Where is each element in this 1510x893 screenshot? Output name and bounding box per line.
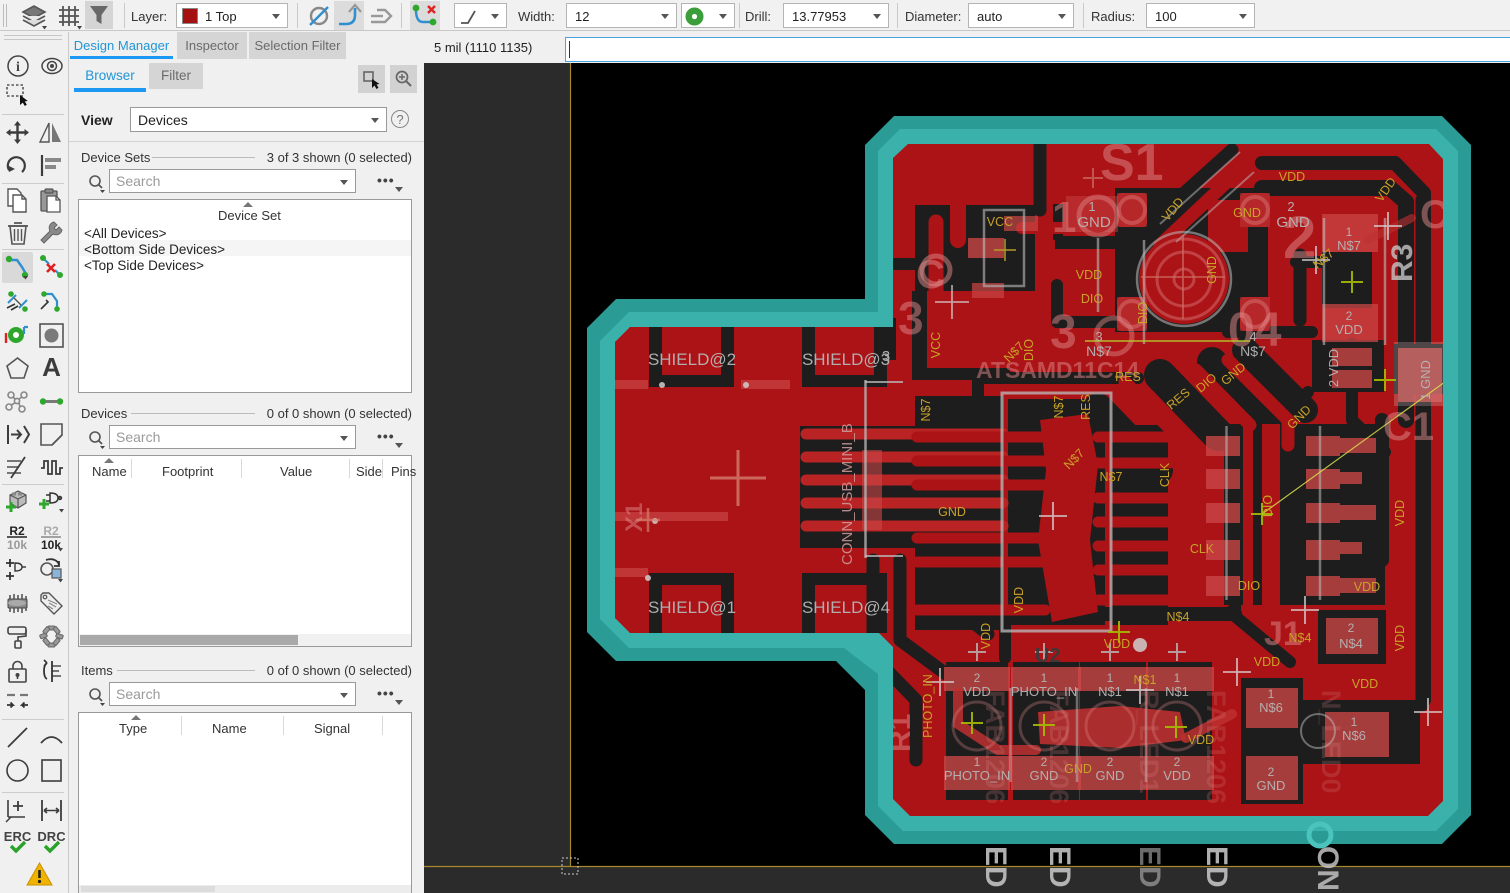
svg-text:DIO: DIO bbox=[1261, 495, 1275, 518]
svg-text:C1: C1 bbox=[1383, 405, 1434, 449]
svg-text:R2: R2 bbox=[9, 524, 25, 538]
svg-text:VDD: VDD bbox=[1163, 768, 1190, 783]
svg-text:SHIELD@4: SHIELD@4 bbox=[802, 598, 890, 617]
svg-text:GND: GND bbox=[938, 505, 966, 519]
svg-text:DIO: DIO bbox=[1238, 579, 1261, 593]
svg-text:GND: GND bbox=[1276, 214, 1310, 231]
svg-text:3: 3 bbox=[1050, 306, 1077, 359]
svg-text:N$7: N$7 bbox=[1052, 395, 1066, 418]
svg-text:1 GND: 1 GND bbox=[1418, 360, 1433, 400]
svg-text:1: 1 bbox=[974, 755, 981, 769]
svg-text:1: 1 bbox=[1088, 199, 1095, 214]
svg-text:2: 2 bbox=[1287, 199, 1294, 214]
svg-text:1: 1 bbox=[1174, 671, 1181, 685]
svg-text:ON: ON bbox=[1311, 846, 1344, 891]
svg-text:VCC: VCC bbox=[987, 215, 1013, 229]
svg-text:VDD: VDD bbox=[979, 623, 993, 649]
svg-text:1: 1 bbox=[1268, 687, 1275, 701]
svg-text:VDD: VDD bbox=[1076, 268, 1102, 282]
svg-text:SHIELD@3: SHIELD@3 bbox=[802, 350, 890, 369]
svg-text:VDD: VDD bbox=[1393, 625, 1407, 651]
svg-text:VDD: VDD bbox=[1352, 677, 1378, 691]
svg-text:GND: GND bbox=[1257, 778, 1286, 793]
svg-text:GND: GND bbox=[1077, 214, 1111, 231]
svg-text:N$7: N$7 bbox=[1240, 343, 1266, 359]
svg-text:10k: 10k bbox=[7, 538, 27, 552]
svg-text:1: 1 bbox=[1041, 671, 1048, 685]
svg-text:GND: GND bbox=[1096, 768, 1125, 783]
svg-text:2: 2 bbox=[1348, 621, 1355, 635]
svg-text:FAB1206: FAB1206 bbox=[1044, 690, 1074, 804]
svg-text:VDD: VDD bbox=[1335, 322, 1362, 337]
svg-text:N$4: N$4 bbox=[1167, 610, 1190, 624]
svg-text:N$1: N$1 bbox=[1134, 673, 1157, 687]
svg-text:ED: ED bbox=[979, 846, 1012, 888]
svg-text:R3: R3 bbox=[1386, 244, 1419, 282]
svg-text:N$1: N$1 bbox=[1098, 684, 1122, 699]
svg-text:X1: X1 bbox=[621, 503, 648, 532]
svg-text:10k: 10k bbox=[41, 538, 61, 552]
svg-text:ERC: ERC bbox=[4, 829, 31, 844]
svg-text:U2: U2 bbox=[1035, 645, 1061, 667]
svg-text:3: 3 bbox=[882, 348, 890, 365]
svg-text:1: 1 bbox=[1346, 225, 1353, 239]
svg-text:1: 1 bbox=[1107, 671, 1114, 685]
svg-text:RES: RES bbox=[1079, 394, 1093, 420]
svg-text:R_LED1: R_LED1 bbox=[1134, 690, 1164, 794]
svg-text:N$6: N$6 bbox=[1259, 700, 1283, 715]
svg-text:VDD: VDD bbox=[1393, 500, 1407, 526]
svg-text:3: 3 bbox=[898, 292, 924, 344]
svg-text:2: 2 bbox=[1174, 755, 1181, 769]
svg-text:ED: ED bbox=[1200, 846, 1233, 888]
svg-text:1: 1 bbox=[1351, 715, 1358, 729]
svg-text:DIO: DIO bbox=[1081, 292, 1104, 306]
svg-text:N$7: N$7 bbox=[1086, 343, 1112, 359]
svg-text:VDD: VDD bbox=[1254, 655, 1280, 669]
svg-text:SHIELD@2: SHIELD@2 bbox=[648, 350, 736, 369]
svg-text:i: i bbox=[16, 60, 20, 75]
svg-text:2: 2 bbox=[1346, 309, 1353, 323]
svg-text:CONN_USB_MINI_B: CONN_USB_MINI_B bbox=[839, 423, 856, 565]
svg-text:N$1: N$1 bbox=[1165, 684, 1189, 699]
svg-text:DRC: DRC bbox=[38, 829, 65, 844]
svg-text:GND: GND bbox=[1233, 206, 1261, 220]
svg-text:GND: GND bbox=[1205, 256, 1219, 284]
svg-text:ED: ED bbox=[1043, 846, 1076, 888]
svg-text:VDD: VDD bbox=[1354, 580, 1380, 594]
svg-text:N$4: N$4 bbox=[1339, 636, 1363, 651]
svg-text:N$4: N$4 bbox=[1289, 631, 1312, 645]
svg-text:4: 4 bbox=[1249, 329, 1256, 344]
svg-text:FAB1206: FAB1206 bbox=[980, 690, 1010, 804]
svg-text:A: A bbox=[42, 355, 61, 380]
svg-text:FAB1206: FAB1206 bbox=[1201, 690, 1231, 804]
svg-text:RES: RES bbox=[1115, 370, 1141, 384]
svg-text:CLK: CLK bbox=[1158, 462, 1172, 487]
svg-text:VDD: VDD bbox=[1104, 637, 1130, 651]
svg-text:2: 2 bbox=[1107, 755, 1114, 769]
svg-text:DIO: DIO bbox=[1136, 302, 1150, 325]
svg-text:N$7: N$7 bbox=[1100, 470, 1123, 484]
svg-text:1: 1 bbox=[1052, 193, 1076, 242]
svg-text:VCC: VCC bbox=[929, 332, 943, 358]
svg-text:ED: ED bbox=[1133, 846, 1166, 888]
svg-text:N$7: N$7 bbox=[1337, 238, 1361, 253]
svg-text:3: 3 bbox=[1095, 329, 1102, 344]
svg-text:SHIELD@1: SHIELD@1 bbox=[648, 598, 736, 617]
svg-text:N_LED0: N_LED0 bbox=[1316, 690, 1346, 794]
svg-text:N$7: N$7 bbox=[919, 398, 933, 421]
svg-text:2: 2 bbox=[974, 671, 981, 685]
svg-text:CLK: CLK bbox=[1190, 542, 1215, 556]
svg-text:VDD: VDD bbox=[1012, 587, 1026, 613]
svg-text:PHOTO_IN: PHOTO_IN bbox=[921, 674, 935, 738]
svg-text:2: 2 bbox=[1268, 765, 1275, 779]
svg-text:VDD: VDD bbox=[1279, 170, 1305, 184]
svg-text:R2: R2 bbox=[43, 524, 59, 538]
svg-text:2 VDD: 2 VDD bbox=[1326, 349, 1341, 387]
